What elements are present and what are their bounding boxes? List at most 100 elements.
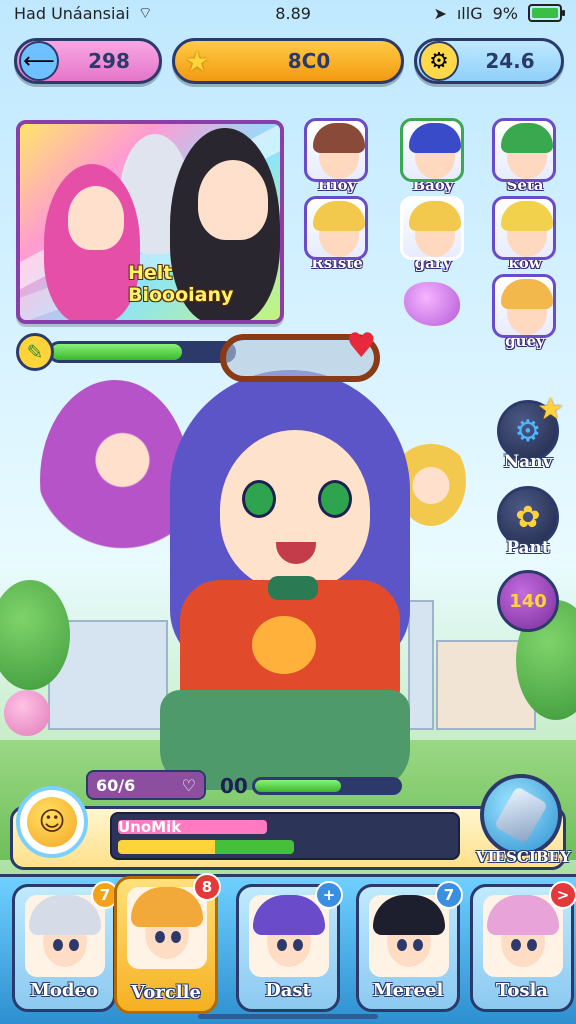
chat-button[interactable]: ☺ (16, 786, 88, 858)
hp-text: 60/6 (96, 775, 136, 795)
heart-icon: ♥ (346, 326, 377, 366)
member-name: Tosla (496, 980, 548, 1001)
exp-fill (254, 780, 342, 792)
member-hair (487, 895, 559, 935)
resource-bar-coins[interactable]: ⚙ 24.6 (414, 38, 564, 84)
member-hair (29, 895, 101, 935)
member-portrait (249, 895, 329, 977)
character-eye (242, 480, 276, 518)
member-badge: 8 (193, 873, 221, 901)
featured-character-face (198, 160, 268, 240)
member-eye (171, 931, 181, 943)
portrait-hair (409, 123, 461, 153)
member-eye (69, 939, 79, 951)
team-member-card[interactable]: 7 Mereel (356, 881, 463, 1012)
resource-value: 298 (88, 49, 130, 73)
exp-number: 00 (220, 774, 248, 798)
roster-card[interactable]: kow (488, 196, 562, 272)
signal-indicator: ıllG (456, 3, 483, 23)
arrow-left-icon: ⟵ (19, 41, 59, 81)
resource-bar-energy[interactable]: ⟵ 298 (14, 38, 162, 84)
portrait-hair (409, 201, 461, 231)
member-name: Dast (265, 980, 311, 1001)
roster-card[interactable]: Rsiste (300, 196, 374, 272)
versus-label: VIESCIBEY (476, 848, 571, 866)
roster-portrait (492, 118, 556, 182)
member-name: Modeo (30, 980, 98, 1001)
hp-display: 60/6 ♡ (86, 770, 206, 800)
member-eye (397, 939, 407, 951)
battery-icon (527, 4, 565, 22)
member-portrait (369, 895, 449, 977)
home-indicator[interactable] (198, 1014, 378, 1019)
sword-icon (480, 774, 562, 856)
portrait-hair (313, 123, 365, 153)
heart-outline-icon: ♡ (181, 775, 196, 795)
member-eye (527, 939, 537, 951)
member-portrait (483, 895, 563, 977)
team-member-card[interactable]: > Tosla (470, 881, 576, 1012)
team-member-card[interactable]: 7 Modeo (12, 881, 119, 1012)
coin-icon: 140 (497, 570, 559, 632)
portrait-hair (313, 201, 365, 231)
member-eye (277, 939, 287, 951)
gear-coin-icon: ⚙ (419, 41, 459, 81)
battery-percent: 9% (492, 3, 518, 23)
brush-icon: ✎ (16, 333, 54, 371)
character-bow (268, 576, 318, 600)
roster-card[interactable]: Hioy (300, 118, 374, 194)
roster-card[interactable]: guey (488, 274, 562, 350)
quest-title: UnoMik (118, 818, 182, 836)
exp-display: 00 (220, 772, 402, 800)
team-member-card[interactable]: 8 Vorclle (114, 873, 221, 1014)
member-eye (413, 939, 423, 951)
exp-track (251, 777, 402, 795)
menu-button-pant[interactable]: ✿ Pant (494, 486, 562, 558)
resource-bar-stars[interactable]: ★ 8C0 (172, 38, 404, 84)
roster-card[interactable]: Baoy (396, 118, 470, 194)
menu-button-coin[interactable]: 140 (494, 570, 562, 632)
member-portrait (127, 887, 207, 969)
clock: 8.89 (275, 3, 311, 23)
roster-portrait (304, 196, 368, 260)
roster-portrait (492, 274, 556, 338)
member-badge: 7 (435, 881, 463, 909)
menu-button-nanv[interactable]: ⚙ ★ Nanv (494, 392, 564, 472)
member-portrait (25, 895, 105, 977)
shirt-emblem (252, 616, 316, 674)
main-character[interactable] (110, 330, 440, 800)
slime-pet[interactable] (404, 282, 460, 326)
wifi-icon: ⌔ (137, 3, 153, 22)
star-icon: ★ (537, 392, 564, 427)
quest-panel[interactable]: UnoMik (110, 812, 460, 860)
portrait-hair (501, 279, 553, 309)
member-eye (293, 939, 303, 951)
featured-character-face (68, 186, 124, 250)
roster-portrait (304, 118, 368, 182)
featured-banner[interactable]: Helt Bioooiany (16, 120, 284, 324)
roster-portrait (400, 196, 464, 260)
portrait-hair (501, 201, 553, 231)
member-eye (511, 939, 521, 951)
hp-pill: 60/6 ♡ (86, 770, 206, 800)
blossom-tree (4, 690, 50, 736)
resource-value: 24.6 (485, 49, 535, 73)
location-arrow-icon: ➤ (433, 3, 447, 23)
menu-label: Nanv (503, 452, 553, 472)
member-badge: > (549, 881, 576, 909)
team-member-card[interactable]: + Dast (236, 881, 343, 1012)
member-name: Vorclle (131, 982, 201, 1003)
member-name: Mereel (372, 980, 444, 1001)
versus-button[interactable]: VIESCIBEY (476, 774, 571, 866)
status-bar: Had Unáansiai ⌔ 8.89 ➤ ıllG 9% (0, 0, 576, 26)
member-hair (253, 895, 325, 935)
roster-card[interactable]: Seta (488, 118, 562, 194)
member-eye (155, 931, 165, 943)
resource-value: 8C0 (287, 49, 331, 73)
menu-label: Pant (506, 538, 550, 558)
coin-count: 140 (509, 590, 547, 612)
star-icon: ★ (184, 44, 210, 78)
roster-card[interactable]: gary (396, 196, 470, 272)
member-hair (131, 887, 203, 927)
member-badge: + (315, 881, 343, 909)
